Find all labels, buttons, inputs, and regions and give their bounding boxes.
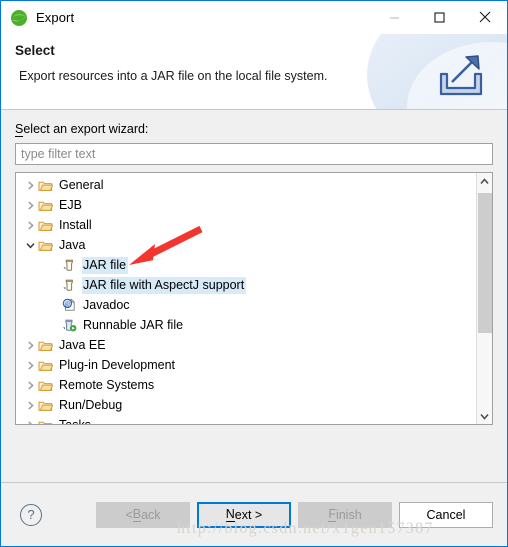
wizard-select-label: Select an export wizard: xyxy=(15,122,493,137)
chevron-right-icon[interactable] xyxy=(23,340,38,350)
folder-icon xyxy=(38,359,58,372)
tree-rows-container: General EJB Install Java JAR file JAR file wi… xyxy=(16,173,476,424)
tree-item-label: Javadoc xyxy=(83,297,130,312)
chevron-right-icon[interactable] xyxy=(23,200,38,210)
scrollbar-thumb[interactable] xyxy=(477,193,492,333)
svg-text:@: @ xyxy=(65,302,71,308)
scroll-down-arrow-icon[interactable] xyxy=(477,408,493,424)
title-bar: Export xyxy=(1,1,507,34)
folder-icon xyxy=(38,199,58,212)
minimize-button[interactable] xyxy=(372,1,417,33)
help-button[interactable]: ? xyxy=(20,503,42,526)
tree-item-tasks[interactable]: Tasks xyxy=(16,415,476,424)
wizard-banner: Select Export resources into a JAR file … xyxy=(1,34,507,110)
tree-item-label: General xyxy=(59,177,104,192)
back-button-accel: B xyxy=(132,507,142,522)
eclipse-logo-icon xyxy=(10,9,28,27)
tree-item-java-ee[interactable]: Java EE xyxy=(16,335,476,355)
tree-item-label: Install xyxy=(59,217,92,232)
tree-item-label: Run/Debug xyxy=(59,397,123,412)
export-tray-arrow-icon xyxy=(435,52,487,100)
chevron-right-icon[interactable] xyxy=(23,380,38,390)
tree-item-jar-file[interactable]: JAR file xyxy=(16,255,476,275)
tree-item-general[interactable]: General xyxy=(16,175,476,195)
tree-item-run-debug[interactable]: Run/Debug xyxy=(16,395,476,415)
folder-icon xyxy=(38,339,58,352)
jar-file-icon xyxy=(62,278,82,292)
filter-input[interactable] xyxy=(15,143,493,165)
chevron-right-icon[interactable] xyxy=(23,400,38,410)
folder-icon xyxy=(38,239,58,252)
window-title: Export xyxy=(36,10,75,25)
tree-item-label: EJB xyxy=(59,197,82,212)
tree-item-ejb[interactable]: EJB xyxy=(16,195,476,215)
back-button-prefix: < xyxy=(125,507,133,522)
chevron-right-icon[interactable] xyxy=(23,420,38,424)
folder-icon xyxy=(38,219,58,232)
folder-icon xyxy=(38,399,58,412)
tree-item-remote-systems[interactable]: Remote Systems xyxy=(16,375,476,395)
dialog-footer: ? < Back Next > Finish Cancel http://blo… xyxy=(1,482,507,546)
scroll-up-arrow-icon[interactable] xyxy=(477,173,493,189)
close-button[interactable] xyxy=(462,1,507,33)
back-button-rest: ack xyxy=(141,507,161,522)
chevron-right-icon[interactable] xyxy=(23,180,38,190)
runnable-jar-icon xyxy=(62,318,82,332)
tree-item-label: Runnable JAR file xyxy=(83,317,184,332)
tree-item-java[interactable]: Java xyxy=(16,235,476,255)
back-button[interactable]: < Back xyxy=(96,501,190,528)
export-wizard-tree[interactable]: General EJB Install Java JAR file JAR file wi… xyxy=(15,172,493,425)
tree-item-install[interactable]: Install xyxy=(16,215,476,235)
chevron-right-icon[interactable] xyxy=(23,360,38,370)
javadoc-icon: @ xyxy=(62,298,82,312)
window-controls xyxy=(372,1,507,33)
tree-item-label: JAR file xyxy=(82,256,129,274)
wizard-label-rest: elect an export wizard: xyxy=(23,122,149,136)
tree-item-label: Tasks xyxy=(58,417,93,425)
folder-icon xyxy=(38,419,58,424)
chevron-right-icon[interactable] xyxy=(23,220,38,230)
chevron-down-icon[interactable] xyxy=(23,241,38,250)
tree-item-label: Plug-in Development xyxy=(59,357,176,372)
tree-vertical-scrollbar[interactable] xyxy=(476,173,492,424)
export-dialog: Export Select Export resources into a JA… xyxy=(0,0,508,547)
tree-item-label: Java xyxy=(59,237,86,252)
tree-item-label: JAR file with AspectJ support xyxy=(82,276,247,294)
tree-item-jar-file-with-aspectj-support[interactable]: JAR file with AspectJ support xyxy=(16,275,476,295)
tree-item-javadoc[interactable]: @ Javadoc xyxy=(16,295,476,315)
tree-item-label: Remote Systems xyxy=(59,377,155,392)
tree-item-plug-in-development[interactable]: Plug-in Development xyxy=(16,355,476,375)
folder-icon xyxy=(38,379,58,392)
maximize-button[interactable] xyxy=(417,1,462,33)
tree-item-label: Java EE xyxy=(59,337,106,352)
folder-icon xyxy=(38,179,58,192)
jar-file-icon xyxy=(62,258,82,272)
watermark-text: http://blog.csdn.net/x1gen157387 xyxy=(177,520,434,537)
tree-item-runnable-jar-file[interactable]: Runnable JAR file xyxy=(16,315,476,335)
scrollbar-track[interactable] xyxy=(477,189,493,408)
dialog-body: Select an export wizard: General EJB Insta… xyxy=(1,110,507,482)
